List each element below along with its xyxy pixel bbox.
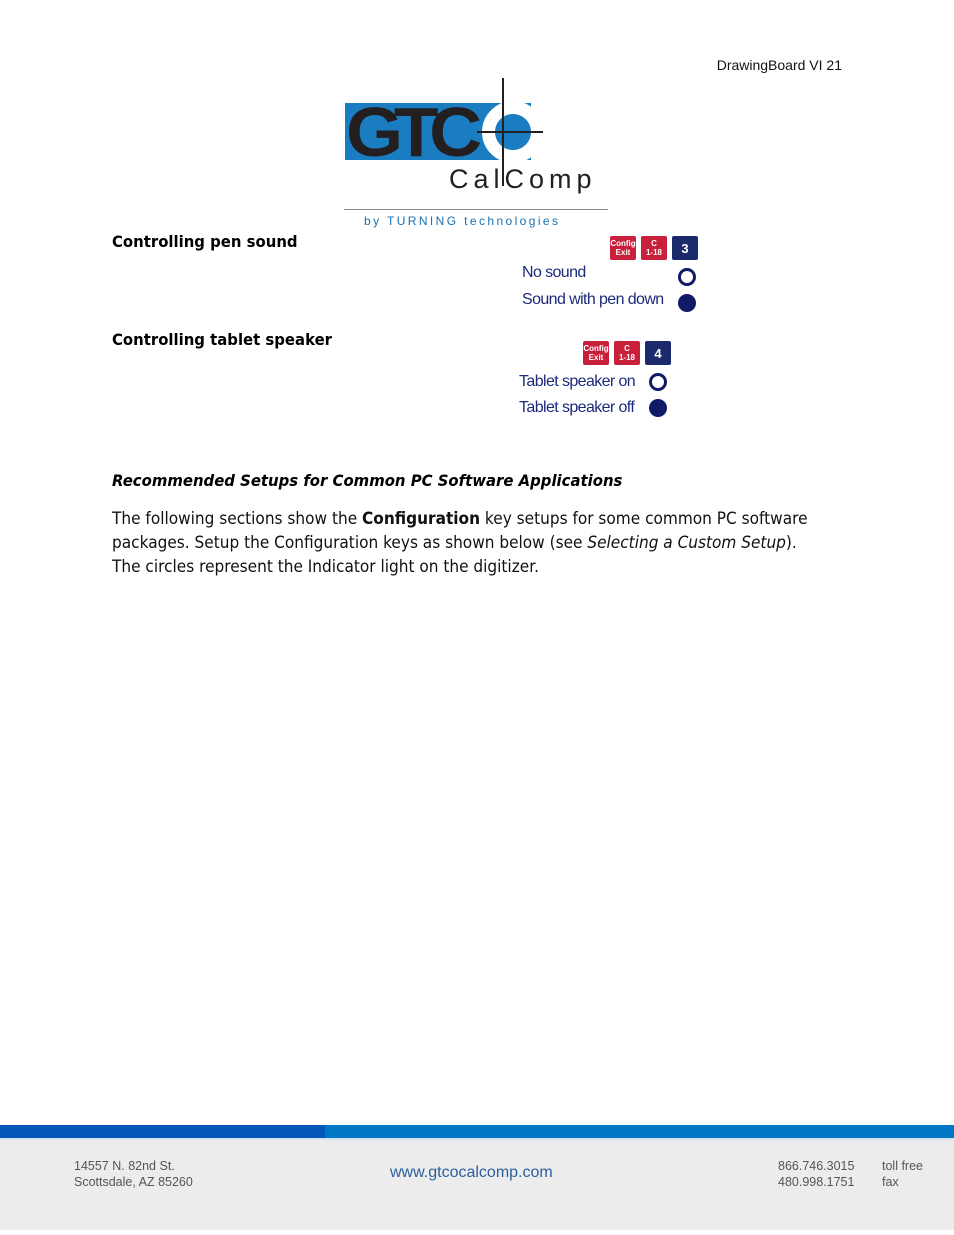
key-label: Config — [610, 239, 636, 248]
footer-bar-dark-blue — [0, 1125, 325, 1138]
key-sublabel: Exit — [588, 353, 604, 362]
key-sequence: Config Exit C 1-18 3 — [610, 236, 698, 260]
option-label: No sound — [522, 264, 586, 281]
key-label: C — [651, 239, 657, 248]
para-reference-link: Selecting a Custom Setup — [587, 533, 786, 552]
phone-label: fax — [882, 1175, 899, 1189]
number-key-3: 3 — [672, 236, 698, 260]
config-exit-key: Config Exit — [610, 236, 636, 260]
key-label: 4 — [654, 345, 662, 361]
logo-crosshair-horizontal — [477, 131, 543, 133]
gtco-calcomp-logo: GTC CalComp by TURNING technologies — [344, 78, 610, 230]
indicator-off-icon — [649, 373, 667, 391]
key-label: C — [624, 344, 630, 353]
indicator-off-icon — [678, 268, 696, 286]
recommended-setups-paragraph: The following sections show the Configur… — [112, 507, 819, 579]
config-exit-key: Config Exit — [583, 341, 609, 365]
recommended-setups-heading: Recommended Setups for Common PC Softwar… — [112, 471, 623, 490]
footer-bar-light-blue — [325, 1125, 954, 1138]
para-text: The following sections show the — [112, 509, 363, 528]
section-title-tablet-speaker: Controlling tablet speaker — [112, 330, 333, 349]
footer-phones: 866.746.3015 toll free 480.998.1751 fax — [778, 1158, 923, 1190]
para-bold-configuration: Configuration — [362, 509, 481, 528]
key-sublabel: 1-18 — [618, 353, 635, 362]
page-footer: 14557 N. 82nd St. Scottsdale, AZ 85260 w… — [0, 1138, 954, 1230]
c-key: C 1-18 — [641, 236, 667, 260]
indicator-on-icon — [649, 399, 667, 417]
phone-row: 480.998.1751 fax — [778, 1174, 923, 1190]
number-key-4: 4 — [645, 341, 671, 365]
c-key: C 1-18 — [614, 341, 640, 365]
phone-row: 866.746.3015 toll free — [778, 1158, 923, 1174]
key-sublabel: Exit — [615, 248, 631, 257]
address-line: Scottsdale, AZ 85260 — [74, 1175, 193, 1189]
footer-address: 14557 N. 82nd St. Scottsdale, AZ 85260 — [74, 1158, 193, 1190]
phone-number: 480.998.1751 — [778, 1175, 855, 1189]
key-sublabel: 1-18 — [645, 248, 662, 257]
pen-sound-key-panel: Config Exit C 1-18 3 No sound Sound with… — [520, 236, 720, 316]
option-label: Tablet speaker off — [519, 399, 635, 416]
key-label: Config — [583, 344, 609, 353]
key-label: 3 — [681, 240, 689, 256]
footer-website: www.gtcocalcomp.com — [390, 1164, 553, 1181]
option-label: Tablet speaker on — [519, 373, 636, 390]
indicator-on-icon — [678, 294, 696, 312]
option-label: Sound with pen down — [522, 291, 664, 308]
logo-divider — [344, 209, 608, 210]
phone-number: 866.746.3015 — [778, 1159, 855, 1173]
phone-label: toll free — [882, 1159, 923, 1173]
logo-wordmark: GTC — [346, 93, 482, 171]
running-header: DrawingBoard VI 21 — [716, 57, 842, 73]
logo-tagline: by TURNING technologies — [364, 214, 561, 228]
logo-subbrand: CalComp — [449, 164, 597, 194]
tablet-speaker-key-panel: Config Exit C 1-18 4 Tablet speaker on T… — [517, 341, 717, 421]
key-sequence: Config Exit C 1-18 4 — [583, 341, 671, 365]
section-title-pen-sound: Controlling pen sound — [112, 232, 298, 251]
address-line: 14557 N. 82nd St. — [74, 1159, 175, 1173]
